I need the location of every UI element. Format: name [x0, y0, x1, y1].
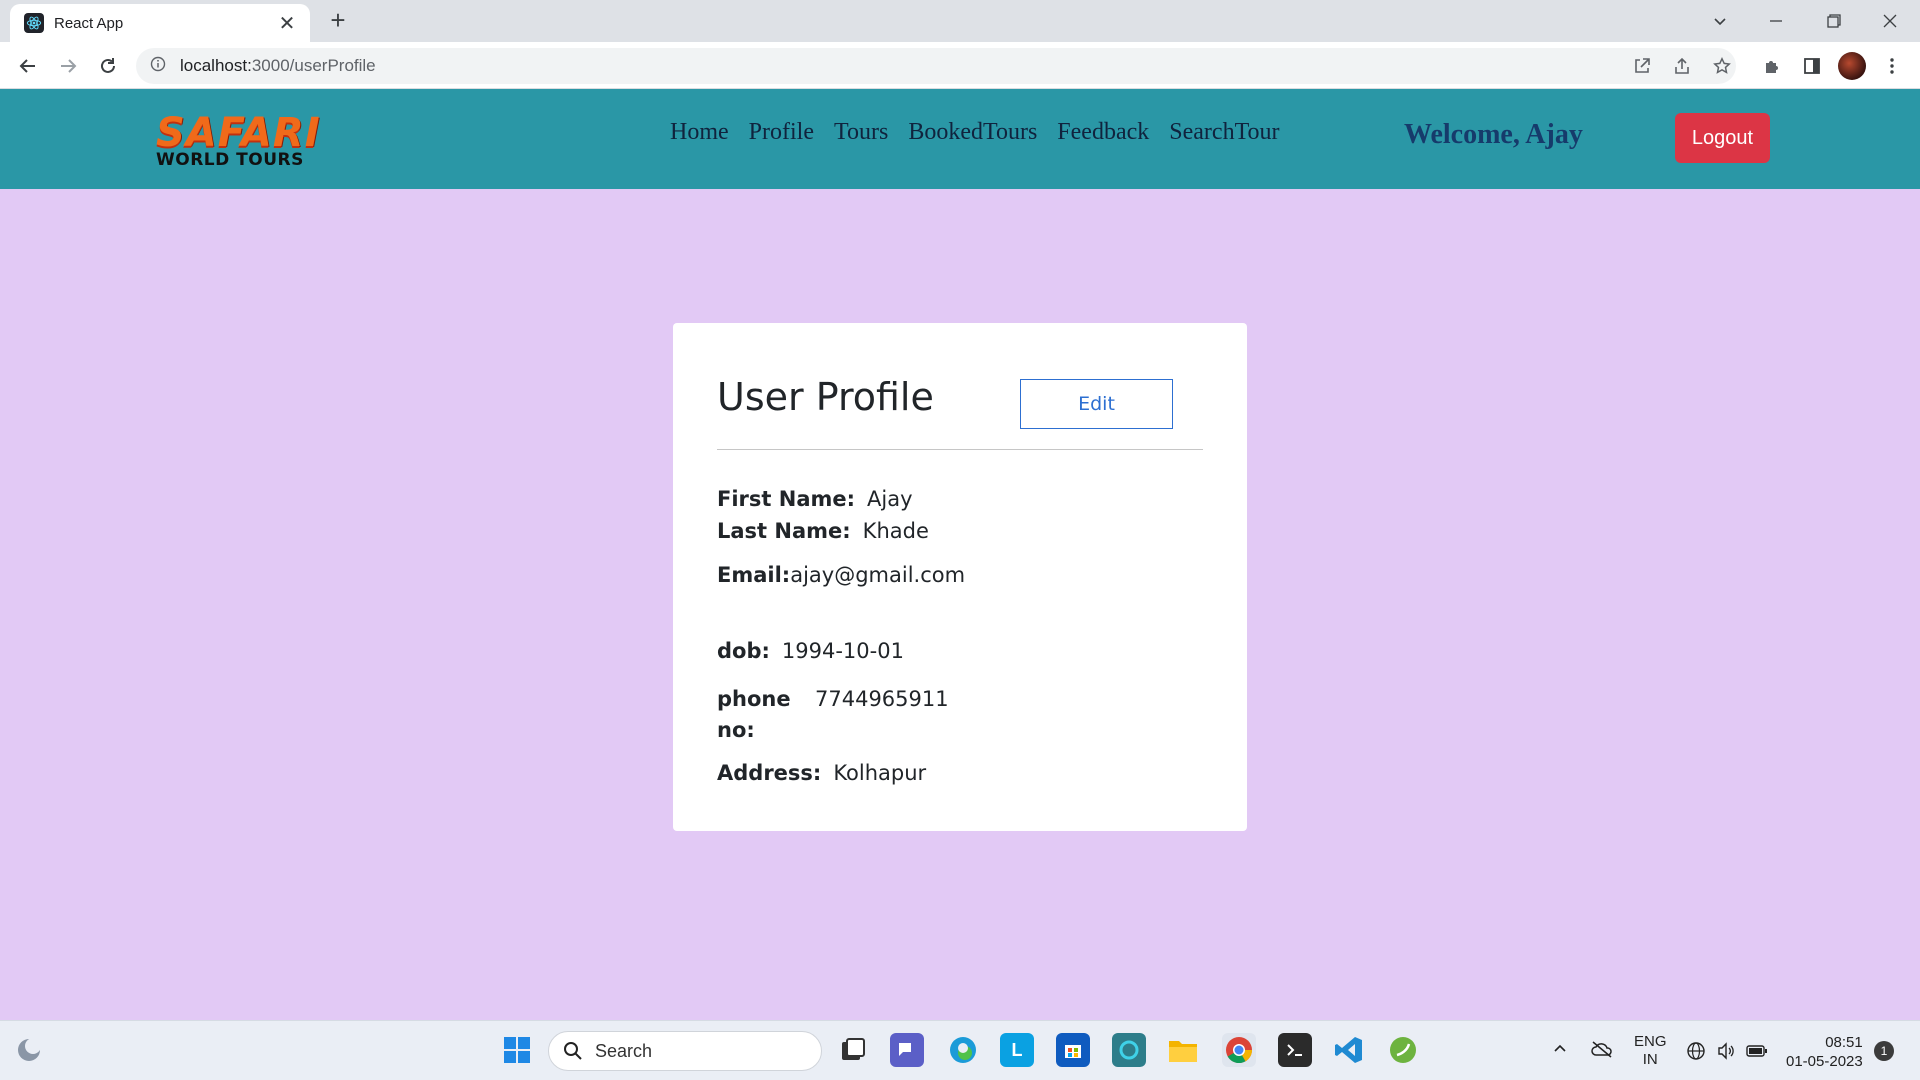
side-panel-icon[interactable] [1798, 52, 1826, 80]
cortana-app-icon[interactable] [1112, 1033, 1146, 1067]
tab-search-chevron-icon[interactable] [1692, 0, 1748, 42]
nav-home[interactable]: Home [670, 119, 729, 146]
task-view-icon[interactable] [836, 1033, 870, 1067]
tab-title: React App [54, 14, 124, 32]
email-row: Email:ajay@gmail.com [717, 563, 965, 587]
open-in-new-icon[interactable] [1628, 52, 1656, 80]
l-app-icon[interactable]: L [1000, 1033, 1034, 1067]
vscode-icon[interactable] [1332, 1033, 1366, 1067]
nav-feedback[interactable]: Feedback [1057, 119, 1149, 146]
dob-label: dob: [717, 639, 770, 663]
network-globe-icon[interactable] [1686, 1041, 1706, 1066]
system-clock[interactable]: 08:51 01-05-2023 [1786, 1033, 1863, 1071]
close-window-icon[interactable] [1862, 0, 1918, 42]
url-text: localhost:3000/userProfile [180, 56, 376, 75]
new-tab-button[interactable]: + [324, 5, 352, 35]
spring-tool-icon[interactable] [1386, 1033, 1420, 1067]
welcome-message: Welcome, Ajay [1404, 119, 1583, 150]
phone-value: 7744965911 [815, 687, 949, 711]
first-name-value: Ajay [867, 487, 913, 511]
browser-tab-bar: React App ✕ + [0, 0, 1920, 42]
nav-search-tour[interactable]: SearchTour [1169, 119, 1279, 146]
email-value: ajay@gmail.com [790, 563, 966, 587]
dob-row: dob: 1994-10-01 [717, 639, 904, 663]
forward-arrow-icon[interactable] [52, 50, 84, 82]
teams-chat-icon[interactable] [890, 1033, 924, 1067]
volume-icon[interactable] [1716, 1041, 1736, 1066]
email-label: Email: [717, 563, 791, 587]
last-name-row: Last Name: Khade [717, 519, 929, 543]
bookmark-star-icon[interactable] [1708, 52, 1736, 80]
tab-close-icon[interactable]: ✕ [276, 11, 298, 36]
edge-browser-icon[interactable] [946, 1033, 980, 1067]
nav-profile[interactable]: Profile [749, 119, 814, 146]
address-label: Address: [717, 761, 822, 785]
extensions-puzzle-icon[interactable] [1758, 52, 1786, 80]
notification-badge[interactable]: 1 [1874, 1041, 1894, 1061]
logo-title: SAFARI [156, 110, 321, 156]
page-title: User Profile [717, 375, 934, 419]
reload-icon[interactable] [92, 50, 124, 82]
chrome-icon[interactable] [1222, 1033, 1256, 1067]
site-info-icon[interactable] [150, 56, 166, 77]
language-code: ENG [1634, 1033, 1667, 1050]
browser-tab[interactable]: React App ✕ [10, 4, 310, 42]
address-bar[interactable]: localhost:3000/userProfile [136, 48, 1736, 84]
region-code: IN [1642, 1051, 1658, 1068]
clock-time: 08:51 [1825, 1034, 1863, 1051]
more-menu-icon[interactable] [1878, 52, 1906, 80]
windows-start-icon[interactable] [500, 1033, 534, 1067]
nav-tours[interactable]: Tours [834, 119, 888, 146]
react-favicon-icon [24, 13, 44, 33]
search-icon [564, 1042, 582, 1060]
safari-logo[interactable]: SAFARI WORLD TOURS [156, 110, 331, 169]
app-navbar: SAFARI WORLD TOURS Home Profile Tours Bo… [0, 89, 1920, 189]
microsoft-store-icon[interactable] [1056, 1033, 1090, 1067]
profile-avatar[interactable] [1838, 52, 1866, 80]
browser-toolbar: localhost:3000/userProfile [0, 42, 1920, 89]
taskbar-search[interactable]: Search [548, 1031, 822, 1071]
clock-date: 01-05-2023 [1786, 1053, 1863, 1070]
phone-label: phone no: [717, 687, 791, 742]
taskbar-search-label: Search [595, 1040, 653, 1061]
edit-button[interactable]: Edit [1020, 379, 1173, 429]
nav-booked-tours[interactable]: BookedTours [908, 119, 1037, 146]
minimize-icon[interactable] [1748, 0, 1804, 42]
main-menu: Home Profile Tours BookedTours Feedback … [670, 119, 1300, 146]
battery-icon[interactable] [1746, 1041, 1768, 1066]
divider [717, 449, 1203, 450]
share-icon[interactable] [1668, 52, 1696, 80]
show-hidden-icons-chevron-icon[interactable] [1552, 1041, 1568, 1062]
dob-value: 1994-10-01 [781, 639, 904, 663]
restore-icon[interactable] [1806, 0, 1862, 42]
weather-widget-icon[interactable] [12, 1033, 46, 1067]
first-name-row: First Name: Ajay [717, 487, 913, 511]
last-name-label: Last Name: [717, 519, 851, 543]
back-arrow-icon[interactable] [12, 50, 44, 82]
file-explorer-icon[interactable] [1166, 1033, 1200, 1067]
address-row: Address: Kolhapur [717, 761, 926, 785]
onedrive-cloud-icon[interactable] [1590, 1039, 1614, 1064]
language-indicator[interactable]: ENG IN [1634, 1033, 1667, 1069]
first-name-label: First Name: [717, 487, 856, 511]
windows-taskbar: Search L ENG IN 08:51 01-05-2023 1 [0, 1020, 1920, 1080]
address-value: Kolhapur [833, 761, 927, 785]
terminal-icon[interactable] [1278, 1033, 1312, 1067]
last-name-value: Khade [862, 519, 929, 543]
logout-button[interactable]: Logout [1675, 113, 1770, 163]
user-profile-card: User Profile Edit First Name: Ajay Last N… [673, 323, 1247, 831]
